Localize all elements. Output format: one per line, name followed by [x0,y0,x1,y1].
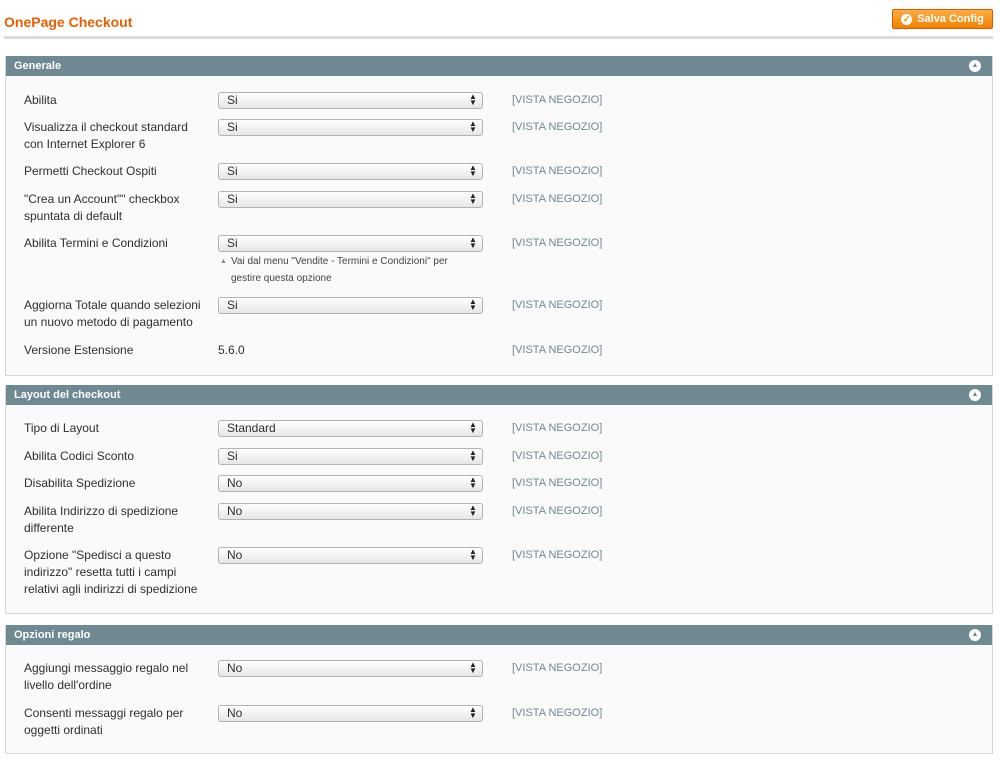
select-arrows-icon: ▲ ▼ [469,475,477,490]
abilita-select[interactable]: Si ▲ ▼ [218,92,483,109]
field-label: Consenti messaggi regalo per oggetti ord… [24,706,184,737]
field-label: Permetti Checkout Ospiti [24,164,157,178]
extension-version: 5.6.0 [218,343,245,357]
scope-label: [VISTA NEGOZIO] [512,299,603,311]
select-arrows-icon: ▲ ▼ [469,547,477,562]
check-circle-icon: ✓ [901,13,913,25]
gift-items-select[interactable]: No ▲ ▼ [218,705,483,722]
select-arrows-icon: ▲ ▼ [469,297,477,312]
select-value: Si [227,298,238,312]
field-label: Disabilita Spedizione [24,476,136,490]
select-arrows-icon: ▲ ▼ [469,119,477,134]
section-header-generale[interactable]: Generale ▲ [6,56,992,76]
scope-label: [VISTA NEGOZIO] [512,193,603,205]
hint-text: Vai dal menu "Vendite - Termini e Condiz… [231,256,448,284]
field-label: Abilita Indirizzo di spedizione differen… [24,504,179,535]
select-value: Si [227,120,238,134]
select-value: Si [227,93,238,107]
title-divider [4,36,993,39]
scope-label: [VISTA NEGOZIO] [512,422,603,434]
guest-checkout-select[interactable]: Si ▲ ▼ [218,163,483,180]
select-arrows-icon: ▲ ▼ [469,163,477,178]
different-address-select[interactable]: No ▲ ▼ [218,503,483,520]
field-label: Aggiorna Totale quando selezioni un nuov… [24,298,201,329]
select-arrows-icon: ▲ ▼ [469,705,477,720]
select-arrows-icon: ▲ ▼ [469,503,477,518]
select-value: No [227,504,243,518]
layout-type-select[interactable]: Standard ▲ ▼ [218,420,483,437]
create-account-select[interactable]: Si ▲ ▼ [218,191,483,208]
section-header-layout[interactable]: Layout del checkout ▲ [6,385,992,405]
field-label: Tipo di Layout [24,421,99,435]
scope-label: [VISTA NEGOZIO] [512,477,603,489]
field-label: Abilita [24,93,57,107]
field-label: Versione Estensione [24,343,134,357]
field-label: Abilita Codici Sconto [24,449,135,463]
scope-label: [VISTA NEGOZIO] [512,450,603,462]
select-arrows-icon: ▲ ▼ [469,235,477,250]
scope-label: [VISTA NEGOZIO] [512,344,603,356]
section-title: Generale [14,60,62,72]
section-header-gift[interactable]: Opzioni regalo ▲ [6,625,992,645]
select-value: Si [227,449,238,463]
scope-label: [VISTA NEGOZIO] [512,662,603,674]
gift-order-select[interactable]: No ▲ ▼ [218,660,483,677]
section-layout: Layout del checkout ▲ Tipo di Layout Sta… [5,385,993,614]
select-value: Standard [227,421,276,435]
collapse-up-icon[interactable]: ▲ [969,389,981,401]
scope-label: [VISTA NEGOZIO] [512,505,603,517]
section-title: Layout del checkout [14,389,121,401]
collapse-up-icon[interactable]: ▲ [969,629,981,641]
section-generale: Generale ▲ Abilita Si ▲ ▼ [VISTA NEGOZIO] … [5,56,993,376]
field-hint: ▲ Vai dal menu "Vendite - Termini e Condi… [218,253,478,287]
collapse-up-icon[interactable]: ▲ [969,60,981,72]
disable-shipping-select[interactable]: No ▲ ▼ [218,475,483,492]
section-title: Opzioni regalo [14,629,91,641]
select-arrows-icon: ▲ ▼ [469,660,477,675]
select-arrows-icon: ▲ ▼ [469,420,477,435]
select-value: Si [227,236,238,250]
select-value: No [227,548,243,562]
scope-label: [VISTA NEGOZIO] [512,707,603,719]
save-config-button[interactable]: ✓ Salva Config [892,9,993,29]
scope-label: [VISTA NEGOZIO] [512,237,603,249]
select-value: Si [227,192,238,206]
scope-label: [VISTA NEGOZIO] [512,94,603,106]
save-config-label: Salva Config [917,13,984,25]
scope-label: [VISTA NEGOZIO] [512,549,603,561]
discount-codes-select[interactable]: Si ▲ ▼ [218,448,483,465]
update-total-select[interactable]: Si ▲ ▼ [218,297,483,314]
select-value: No [227,661,243,675]
page-title: OnePage Checkout [4,14,133,30]
scope-label: [VISTA NEGOZIO] [512,165,603,177]
select-arrows-icon: ▲ ▼ [469,191,477,206]
terms-select[interactable]: Si ▲ ▼ [218,235,483,252]
select-arrows-icon: ▲ ▼ [469,448,477,463]
field-label: "Crea un Account"" checkbox spuntata di … [24,192,180,223]
scope-label: [VISTA NEGOZIO] [512,121,603,133]
select-value: No [227,476,243,490]
field-label: Aggiungi messaggio regalo nel livello de… [24,661,189,692]
hint-arrow-icon: ▲ [220,258,227,265]
field-label: Visualizza il checkout standard con Inte… [24,120,188,151]
ship-reset-select[interactable]: No ▲ ▼ [218,547,483,564]
field-label: Abilita Termini e Condizioni [24,236,168,250]
select-value: No [227,706,243,720]
select-arrows-icon: ▲ ▼ [469,92,477,107]
ie6-checkout-select[interactable]: Si ▲ ▼ [218,119,483,136]
select-value: Si [227,164,238,178]
section-gift: Opzioni regalo ▲ Aggiungi messaggio rega… [5,625,993,754]
field-label: Opzione "Spedisci a questo indirizzo" re… [24,548,198,596]
